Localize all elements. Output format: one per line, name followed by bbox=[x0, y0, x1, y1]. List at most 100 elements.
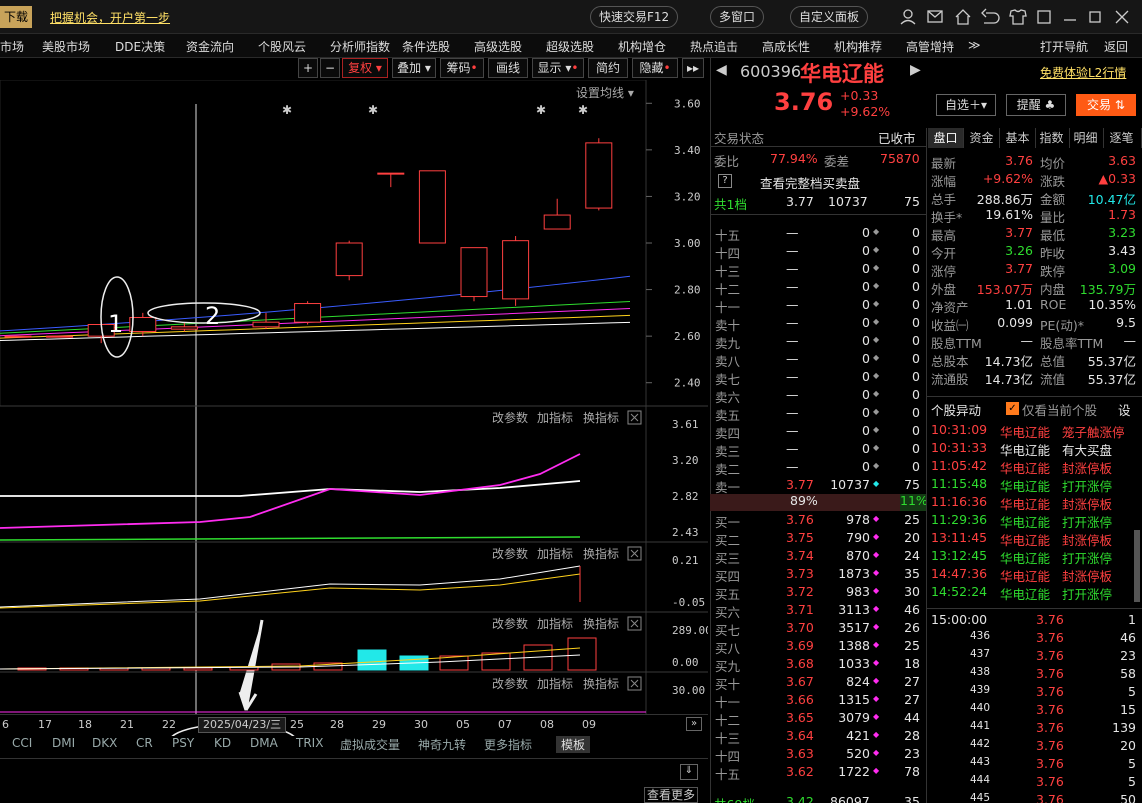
scroll-right-icon[interactable]: » bbox=[686, 717, 702, 731]
settings-icon[interactable] bbox=[1037, 10, 1051, 24]
menu-item[interactable]: 热点追击 bbox=[690, 38, 738, 55]
candle-body bbox=[4, 335, 32, 338]
indicator-tab[interactable]: 更多指标 bbox=[484, 736, 532, 753]
indicator-tab[interactable]: CCI bbox=[12, 736, 32, 750]
collapse-icon[interactable]: ⇓ bbox=[680, 764, 698, 780]
zoom-in-button[interactable]: + bbox=[298, 58, 318, 78]
next-stock-icon[interactable]: ▶ bbox=[910, 62, 921, 78]
back-icon[interactable] bbox=[981, 8, 1000, 24]
swap-indicator-button[interactable]: 换指标 bbox=[583, 616, 619, 631]
swap-indicator-button[interactable]: 换指标 bbox=[583, 676, 619, 691]
see-more-button[interactable]: 查看更多 bbox=[644, 787, 699, 803]
params-button[interactable]: 改参数 bbox=[492, 616, 528, 631]
add-indicator-button[interactable]: 加指标 bbox=[537, 616, 573, 631]
indicator-tab[interactable]: TRIX bbox=[296, 736, 323, 750]
panel-tab[interactable]: 基本 bbox=[1000, 128, 1036, 148]
menu-item[interactable]: 机构增仓 bbox=[618, 38, 666, 55]
user-icon[interactable] bbox=[903, 9, 913, 19]
quote-cell: 外盘 bbox=[931, 282, 957, 297]
simple-button[interactable]: 简约 bbox=[588, 58, 628, 78]
home-icon[interactable] bbox=[955, 9, 971, 25]
panel-tab[interactable]: 盘口 bbox=[928, 128, 964, 148]
trade-button[interactable]: 交易 ⇅ bbox=[1076, 94, 1136, 116]
panel-tab[interactable]: 指数 bbox=[1034, 128, 1070, 148]
display-button[interactable]: 显示 ▾• bbox=[532, 58, 584, 78]
more-menu-icon[interactable]: ≫ bbox=[968, 38, 981, 52]
zoom-out-button[interactable]: − bbox=[320, 58, 340, 78]
indicator-line bbox=[0, 453, 581, 529]
book-level-count: 0 bbox=[912, 243, 920, 258]
menu-item[interactable]: 高成长性 bbox=[762, 38, 810, 55]
skin-icon[interactable] bbox=[1009, 9, 1027, 25]
indicator-tab[interactable]: CR bbox=[136, 736, 153, 750]
menu-item[interactable]: 资金流向 bbox=[186, 38, 234, 55]
params-button[interactable]: 改参数 bbox=[492, 546, 528, 561]
menu-item[interactable]: 美股市场 bbox=[42, 38, 90, 55]
tick-volume: 46 bbox=[1120, 630, 1136, 645]
add-indicator-button[interactable]: 加指标 bbox=[537, 676, 573, 691]
indicator-tab[interactable]: 虚拟成交量 bbox=[340, 736, 400, 753]
download-button[interactable]: 下载 bbox=[0, 6, 33, 28]
swap-indicator-button[interactable]: 换指标 bbox=[583, 546, 619, 561]
chips-button[interactable]: 筹码• bbox=[440, 58, 484, 78]
indicator-tab[interactable]: KD bbox=[214, 736, 231, 750]
params-button[interactable]: 改参数 bbox=[492, 676, 528, 691]
add-indicator-button[interactable]: 加指标 bbox=[537, 546, 573, 561]
ma-setting[interactable]: 设置均线 ▾ bbox=[576, 84, 634, 101]
menu-item[interactable]: 市场 bbox=[0, 38, 24, 55]
draw-button[interactable]: 画线 bbox=[488, 58, 528, 78]
book-level-label: 买三 bbox=[715, 551, 741, 566]
close-icon[interactable] bbox=[1115, 10, 1129, 24]
menu-item[interactable]: 超级选股 bbox=[546, 38, 594, 55]
menu-item[interactable]: 机构推荐 bbox=[834, 38, 882, 55]
help-icon[interactable]: ? bbox=[718, 174, 732, 188]
only-current-checkbox[interactable]: ✓ bbox=[1006, 402, 1019, 415]
full-book-link[interactable]: 查看完整档买卖盘 bbox=[760, 173, 860, 191]
hide-button[interactable]: 隐藏• bbox=[632, 58, 678, 78]
prev-stock-icon[interactable]: ◀ bbox=[716, 62, 727, 78]
menu-item[interactable]: 高管增持 bbox=[906, 38, 954, 55]
multi-window-button[interactable]: 多窗口 bbox=[710, 6, 765, 28]
quote-cell: 3.23 bbox=[1108, 225, 1136, 240]
indicator-tab[interactable]: DMA bbox=[250, 736, 278, 750]
indicator-tab[interactable]: PSY bbox=[172, 736, 194, 750]
mail-icon-flap bbox=[927, 10, 943, 18]
book-level-label: 卖五 bbox=[715, 408, 741, 423]
expand-icon[interactable]: ▸▸ bbox=[682, 58, 704, 78]
quick-trade-button[interactable]: 快速交易F12 bbox=[590, 6, 679, 28]
menu-item[interactable]: 打开导航 bbox=[1040, 38, 1088, 55]
quote-cell: — bbox=[1123, 333, 1137, 348]
watchlist-button[interactable]: 自选＋▾ bbox=[936, 94, 996, 116]
book-level-price: — bbox=[786, 369, 799, 384]
params-button[interactable]: 改参数 bbox=[492, 410, 528, 425]
menu-item[interactable]: 个股风云 bbox=[258, 38, 306, 55]
events-settings-button[interactable]: 设 bbox=[1118, 400, 1131, 418]
indicator-tab[interactable]: 模板 bbox=[556, 736, 591, 753]
red-dot-icon: • bbox=[470, 61, 478, 75]
panel-tab[interactable]: 逐笔 bbox=[1102, 128, 1142, 148]
y-tick-label: -0.05 bbox=[672, 596, 705, 609]
indicator-tab[interactable]: 神奇九转 bbox=[418, 736, 466, 753]
quote-cell: 55.37亿 bbox=[1087, 372, 1136, 387]
maximize-icon[interactable] bbox=[1089, 11, 1101, 23]
fuquan-label: 复权 bbox=[348, 61, 373, 75]
menu-item[interactable]: 分析师指数 bbox=[330, 38, 390, 55]
panel-tab[interactable]: 资金 bbox=[964, 128, 1000, 148]
overlay-button[interactable]: 叠加 ▾ bbox=[392, 58, 436, 78]
menu-item[interactable]: DDE决策 bbox=[115, 38, 165, 55]
indicator-tab[interactable]: DMI bbox=[52, 736, 75, 750]
custom-panel-button[interactable]: 自定义面板 bbox=[790, 6, 869, 28]
remind-button[interactable]: 提醒 ♣ bbox=[1006, 94, 1066, 116]
fuquan-button[interactable]: 复权 ▾ bbox=[342, 58, 388, 78]
panel-tab[interactable]: 明细 bbox=[1068, 128, 1104, 148]
l2-link[interactable]: 免费体验L2行情 bbox=[1040, 64, 1126, 81]
menu-item[interactable]: 返回 bbox=[1104, 38, 1128, 55]
swap-indicator-button[interactable]: 换指标 bbox=[583, 410, 619, 425]
scrollbar[interactable] bbox=[1134, 530, 1140, 602]
promo-link[interactable]: 把握机会，开户第一步 bbox=[50, 9, 170, 26]
menu-item[interactable]: 高级选股 bbox=[474, 38, 522, 55]
menu-item[interactable]: 条件选股 bbox=[402, 38, 450, 55]
chart-area[interactable]: 3.603.403.203.002.802.602.403.7712✱✱✱✱改参… bbox=[0, 80, 708, 736]
indicator-tab[interactable]: DKX bbox=[92, 736, 117, 750]
add-indicator-button[interactable]: 加指标 bbox=[537, 410, 573, 425]
